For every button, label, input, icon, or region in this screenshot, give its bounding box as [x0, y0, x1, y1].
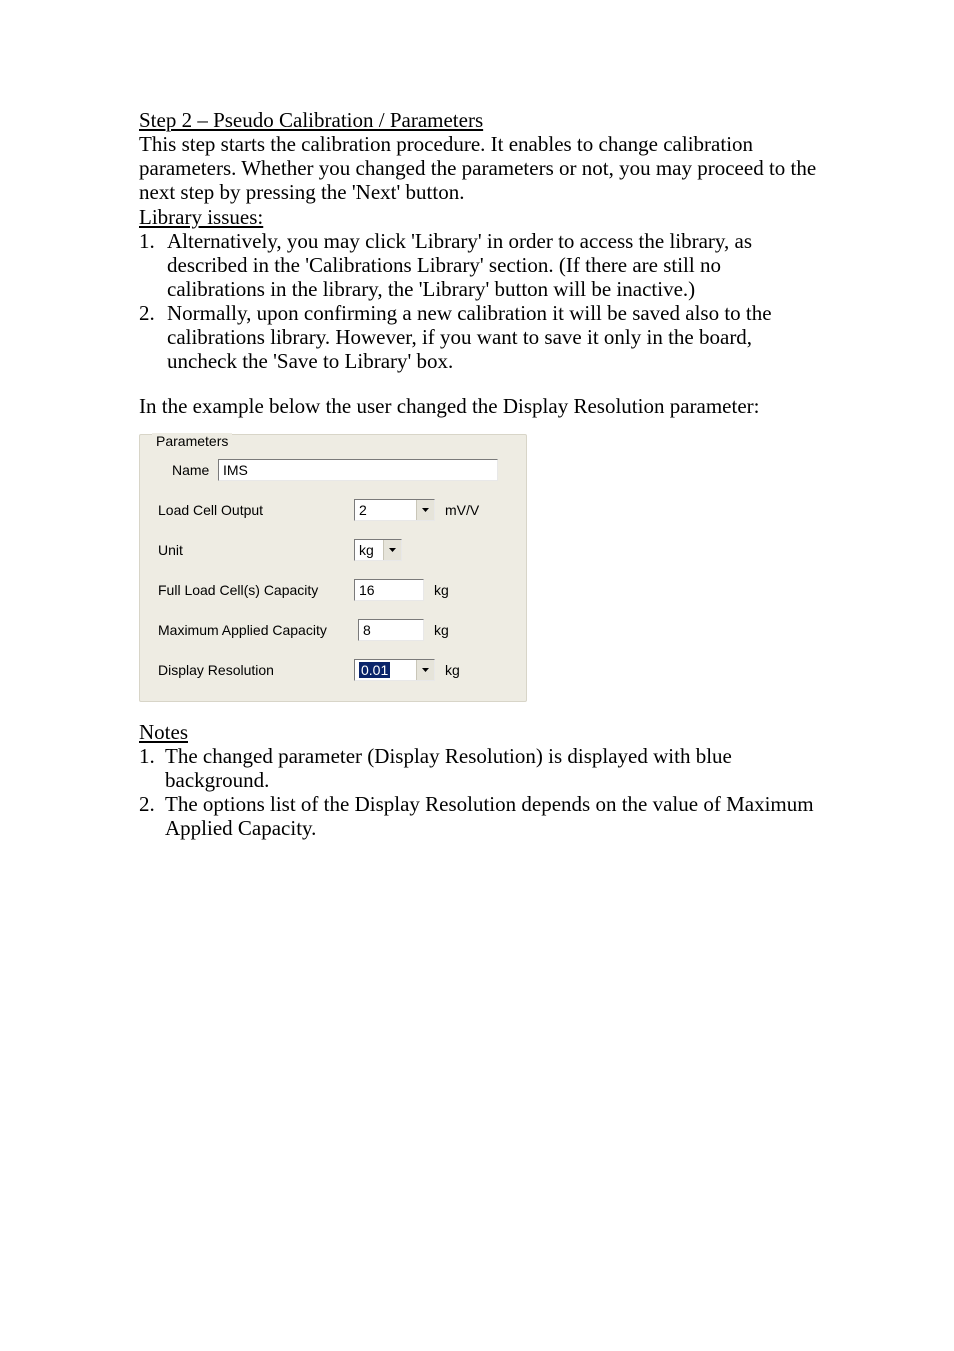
load-cell-output-combo[interactable]: 2	[354, 499, 435, 521]
note-1: 1. The changed parameter (Display Resolu…	[139, 744, 824, 792]
name-label: Name	[172, 462, 218, 478]
max-capacity-label: Maximum Applied Capacity	[158, 622, 358, 638]
max-capacity-unit: kg	[434, 622, 449, 638]
name-input[interactable]: IMS	[218, 459, 498, 481]
full-capacity-unit: kg	[434, 582, 449, 598]
library-issue-2: 2. Normally, upon confirming a new calib…	[139, 301, 824, 373]
row-max-capacity: Maximum Applied Capacity 8 kg	[158, 619, 508, 641]
display-resolution-value: 0.01	[359, 662, 390, 678]
row-load-cell-output: Load Cell Output 2 mV/V	[158, 499, 508, 521]
intro-paragraph: This step starts the calibration procedu…	[139, 132, 824, 204]
row-name: Name IMS	[158, 459, 508, 481]
unit-combo[interactable]: kg	[354, 539, 402, 561]
parameters-panel: Parameters Name IMS Load Cell Output 2	[139, 434, 527, 702]
panel-legend: Parameters	[152, 433, 232, 449]
full-capacity-input[interactable]: 16	[354, 579, 424, 601]
max-capacity-input[interactable]: 8	[358, 619, 424, 641]
load-cell-output-label: Load Cell Output	[158, 502, 354, 518]
row-full-capacity: Full Load Cell(s) Capacity 16 kg	[158, 579, 508, 601]
load-cell-output-value: 2	[355, 500, 416, 520]
library-issues-list: 1. Alternatively, you may click 'Library…	[139, 229, 824, 374]
row-unit: Unit kg	[158, 539, 508, 561]
notes-list: 1. The changed parameter (Display Resolu…	[139, 744, 824, 841]
display-resolution-unit: kg	[445, 662, 460, 678]
chevron-down-icon	[416, 500, 434, 520]
chevron-down-icon	[416, 660, 434, 680]
note-2: 2. The options list of the Display Resol…	[139, 792, 824, 840]
unit-value: kg	[355, 540, 383, 560]
unit-label: Unit	[158, 542, 354, 558]
max-capacity-value: 8	[363, 622, 371, 638]
row-display-resolution: Display Resolution 0.01 kg	[158, 659, 508, 681]
example-line: In the example below the user changed th…	[139, 394, 824, 418]
full-capacity-value: 16	[359, 582, 375, 598]
step-heading: Step 2 – Pseudo Calibration / Parameters	[139, 108, 824, 132]
library-issues-heading: Library issues:	[139, 205, 824, 229]
full-capacity-label: Full Load Cell(s) Capacity	[158, 582, 354, 598]
chevron-down-icon	[383, 540, 401, 560]
display-resolution-label: Display Resolution	[158, 662, 354, 678]
notes-heading: Notes	[139, 720, 824, 744]
load-cell-output-unit: mV/V	[445, 502, 479, 518]
name-value: IMS	[223, 462, 248, 478]
library-issue-1: 1. Alternatively, you may click 'Library…	[139, 229, 824, 301]
display-resolution-combo[interactable]: 0.01	[354, 659, 435, 681]
